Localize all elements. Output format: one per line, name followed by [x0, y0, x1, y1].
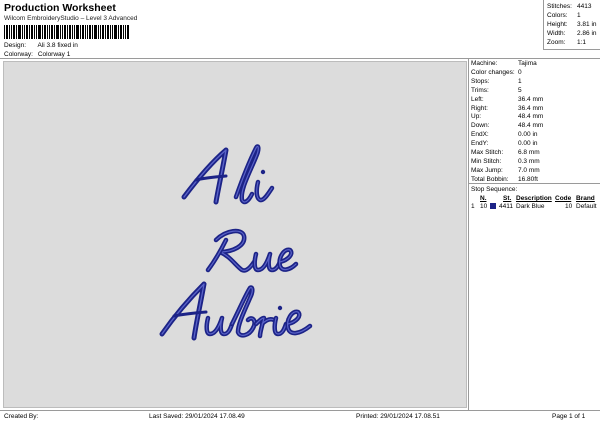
machine-info-row: Min Stitch: 0.3 mm [471, 158, 540, 165]
stats-value: 2.86 in [577, 30, 597, 37]
machine-info-row: Max Jump: 7.0 mm [471, 167, 540, 174]
machine-info-row: Machine: Tajima [471, 60, 537, 67]
stats-row-zoom: Zoom: 1:1 [547, 39, 586, 46]
stats-row-height: Height: 3.81 in [547, 21, 597, 28]
machine-info-value: 6.8 mm [518, 149, 540, 156]
machine-info-key: EndY: [471, 140, 489, 148]
machine-info-key: Right: [471, 104, 488, 112]
machine-info-key: Min Stitch: [471, 157, 502, 165]
stop-sequence-rule [468, 183, 600, 184]
machine-info-key: Max Stitch: [471, 149, 504, 156]
seq-row-brand: Default [576, 203, 597, 210]
machine-info-value: 0.00 in [518, 140, 538, 148]
machine-info-key: Total Bobbin: [471, 175, 509, 183]
col-header-code: Code [555, 195, 572, 202]
col-header-st: St. [503, 195, 512, 202]
footer-created-by: Created By: [4, 413, 39, 420]
design-row: Design: Ali 3.8 fixed in [4, 42, 78, 49]
machine-info-value: 0 [518, 68, 522, 76]
machine-info-key: Left: [471, 95, 484, 103]
seq-row-description: Dark Blue [516, 203, 545, 210]
machine-info-row: Up: 48.4 mm [471, 113, 543, 120]
footer-page: Page 1 of 1 [552, 413, 586, 420]
stop-sequence-label: Stop Sequence: [471, 186, 518, 193]
machine-info-key: Machine: [471, 60, 498, 67]
seq-row-stitches: 4411 [499, 203, 513, 210]
col-header-description: Description [516, 195, 552, 202]
machine-info-value: 0.00 in [518, 131, 538, 139]
machine-info-key: Trims: [471, 86, 489, 94]
design-preview [3, 61, 467, 408]
barcode [4, 25, 129, 39]
machine-info-value: Tajima [518, 60, 537, 67]
software-subtitle: Wilcom EmbroideryStudio – Level 3 Advanc… [4, 15, 138, 22]
col-header-n: N. [480, 195, 487, 202]
seq-row-code: 10 [565, 203, 573, 210]
stats-row-colors: Colors: 1 [547, 12, 581, 19]
stats-key: Height: [547, 21, 568, 28]
stats-divider [543, 0, 544, 50]
stats-value: 1:1 [577, 39, 587, 46]
machine-info-row: Max Stitch: 6.8 mm [471, 149, 540, 156]
machine-info-key: Down: [471, 122, 490, 130]
seq-row-index: 1 [471, 203, 475, 210]
machine-info-key: Max Jump: [471, 166, 503, 174]
machine-info-row: Stops: 1 [471, 78, 522, 85]
colorway-value: Colorway 1 [37, 51, 71, 58]
lettering-ali [181, 144, 275, 205]
machine-info-value: 36.4 mm [518, 104, 544, 112]
footer-last-saved: Last Saved: 29/01/2024 17.08.49 [149, 413, 245, 420]
machine-info-row: Trims: 5 [471, 87, 522, 94]
colorway-label: Colorway: [4, 51, 33, 58]
footer-rule [0, 410, 600, 411]
machine-info-value: 5 [518, 86, 522, 94]
machine-info-value: 7.0 mm [518, 166, 540, 174]
stats-key: Zoom: [547, 39, 566, 46]
machine-info-row: EndY: 0.00 in [471, 140, 538, 147]
machine-info-value: 16.80ft [518, 175, 538, 183]
lettering-aubrie [159, 281, 313, 341]
worksheet-title: Production Worksheet [4, 2, 116, 14]
design-value: Ali 3.8 fixed in [37, 42, 78, 49]
machine-info-row: Right: 36.4 mm [471, 105, 543, 112]
stats-row-width: Width: 2.86 in [547, 30, 597, 37]
machine-info-key: Color changes: [471, 68, 515, 76]
machine-info-value: 0.3 mm [518, 157, 540, 165]
design-label: Design: [4, 42, 27, 49]
machine-info-key: EndX: [471, 131, 489, 139]
machine-info-row: Color changes: 0 [471, 69, 522, 76]
machine-info-row: Down: 48.4 mm [471, 122, 543, 129]
embroidery-lettering [159, 144, 313, 341]
seq-row-n: 10 [480, 203, 488, 210]
colorway-row: Colorway: Colorway 1 [4, 51, 70, 58]
footer-printed: Printed: 29/01/2024 17.08.51 [356, 413, 440, 420]
col-header-brand: Brand [576, 195, 595, 202]
stats-key: Width: [547, 30, 566, 37]
machine-info-value: 1 [518, 77, 522, 85]
stats-key: Stitches: [547, 3, 572, 10]
machine-info-row: Left: 36.4 mm [471, 96, 543, 103]
stats-value: 4413 [577, 3, 592, 10]
machine-info-value: 36.4 mm [518, 95, 544, 103]
stats-key: Colors: [547, 12, 568, 19]
machine-info-row: EndX: 0.00 in [471, 131, 538, 138]
machine-info-key: Up: [471, 113, 482, 121]
stats-bottom-rule [543, 49, 600, 50]
thread-color-swatch [490, 203, 496, 209]
stats-value: 1 [577, 12, 581, 19]
machine-info-value: 48.4 mm [518, 113, 544, 121]
machine-info-value: 48.4 mm [518, 122, 544, 130]
thread-strokes [159, 144, 313, 341]
machine-info-row: Total Bobbin: 16.80ft [471, 176, 538, 183]
stats-row-stitches: Stitches: 4413 [547, 3, 591, 10]
machine-info-key: Stops: [471, 77, 490, 85]
stats-value: 3.81 in [577, 21, 597, 28]
lettering-rue [205, 228, 299, 273]
